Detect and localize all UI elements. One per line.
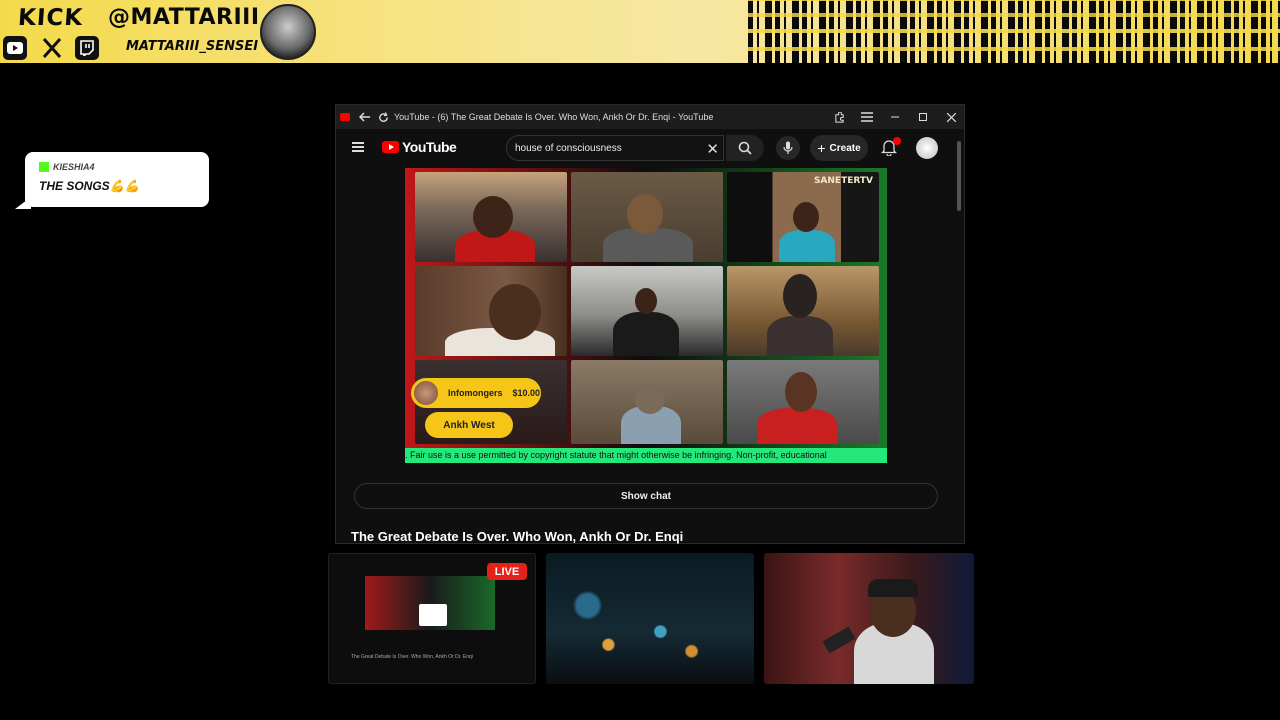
notification-count-badge	[893, 137, 901, 145]
super-chat-donation-2: Ankh West	[425, 412, 513, 438]
participant-tile	[415, 172, 567, 262]
plus-icon: +	[817, 140, 826, 156]
stream-banner: KICK @MATTARIII MATTARIII_SENSEI	[0, 0, 1280, 63]
search-query-text: house of consciousness	[515, 142, 622, 154]
browser-window: YouTube - (6) The Great Debate Is Over. …	[335, 104, 965, 544]
chat-message-bubble: KIESHIA4 THE SONGS💪💪	[15, 152, 209, 209]
donor-avatar	[412, 379, 440, 407]
video-player[interactable]: SANETERTV Infomongers $10.00 Ankh West .…	[405, 168, 887, 463]
youtube-header: YouTube house of consciousness ✕ + Creat…	[336, 129, 964, 167]
maximize-icon[interactable]	[916, 110, 930, 124]
participant-tile	[571, 266, 723, 356]
show-chat-button[interactable]: Show chat	[354, 483, 938, 509]
mini-video-title: The Great Debate Is Over. Who Won, Ankh …	[351, 654, 473, 660]
create-label: Create	[829, 142, 861, 154]
minimize-icon[interactable]	[888, 110, 902, 124]
participant-tile	[571, 172, 723, 262]
clear-search-icon[interactable]: ✕	[706, 140, 719, 158]
barcode-stripe-decoration	[748, 0, 1280, 63]
youtube-logo[interactable]: YouTube	[382, 139, 457, 155]
extensions-icon[interactable]	[832, 110, 846, 124]
hamburger-menu-icon[interactable]	[352, 142, 364, 152]
participant-tile	[727, 360, 879, 444]
account-avatar[interactable]	[916, 137, 938, 159]
stream-overlay: KICK @MATTARIII MATTARIII_SENSEI KIESHIA…	[0, 0, 1280, 720]
search-input[interactable]: house of consciousness ✕	[506, 135, 724, 161]
screen-share-preview: The Great Debate Is Over. Who Won, Ankh …	[328, 553, 536, 684]
search-icon	[738, 141, 752, 155]
youtube-logo-text: YouTube	[402, 139, 457, 155]
streamer-webcam	[764, 553, 974, 684]
chat-username-text: KIESHIA4	[53, 162, 95, 172]
donation-amount: $10.00	[512, 388, 541, 398]
super-chat-donation: Infomongers $10.00	[411, 378, 541, 408]
participant-tile: SANETERTV	[727, 172, 879, 262]
browser-tab-title: YouTube - (6) The Great Debate Is Over. …	[394, 112, 714, 122]
participant-tile	[571, 360, 723, 444]
notifications-button[interactable]	[880, 137, 901, 157]
x-icon	[40, 36, 64, 60]
city-night-camera	[546, 553, 754, 684]
youtube-icon	[3, 36, 27, 60]
browser-menu-icon[interactable]	[860, 110, 874, 124]
search-button[interactable]	[726, 135, 764, 161]
browser-titlebar: YouTube - (6) The Great Debate Is Over. …	[336, 105, 964, 129]
video-title: The Great Debate Is Over. Who Won, Ankh …	[351, 529, 684, 544]
voice-search-button[interactable]	[776, 136, 800, 160]
participant-tile	[415, 266, 567, 356]
window-controls	[832, 105, 958, 129]
platform-label: KICK	[17, 5, 85, 31]
create-button[interactable]: + Create	[810, 135, 868, 161]
live-badge: LIVE	[487, 563, 527, 580]
kick-badge-icon	[39, 162, 49, 172]
scrollbar-thumb[interactable]	[957, 141, 961, 211]
streamer-avatar	[260, 4, 316, 60]
chat-username: KIESHIA4	[39, 162, 95, 172]
twitch-icon	[75, 36, 99, 60]
donor-name: Infomongers	[448, 388, 503, 398]
microphone-icon	[783, 141, 793, 154]
chat-message-text: THE SONGS💪💪	[39, 179, 140, 193]
youtube-favicon-icon	[340, 113, 350, 121]
participant-tile	[727, 266, 879, 356]
back-arrow-icon[interactable]	[358, 110, 372, 124]
streamer-subhandle: MATTARIII_SENSEI	[126, 39, 259, 54]
channel-brand-label: SANETERTV	[813, 176, 873, 186]
youtube-play-icon	[382, 141, 399, 153]
disclaimer-ticker: . Fair use is a use permitted by copyrig…	[405, 448, 887, 463]
reload-icon[interactable]	[376, 110, 390, 124]
streamer-handle: @MATTARIII	[108, 5, 260, 30]
close-window-icon[interactable]	[944, 110, 958, 124]
monitor-icon	[419, 604, 447, 626]
